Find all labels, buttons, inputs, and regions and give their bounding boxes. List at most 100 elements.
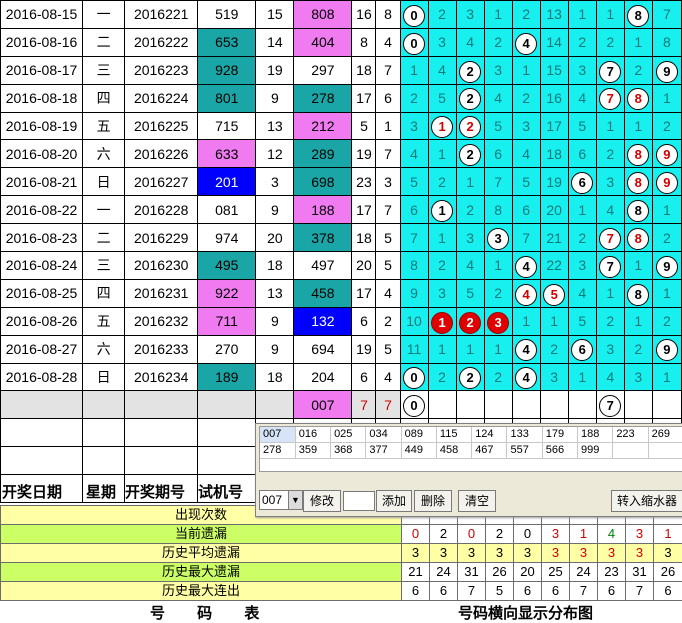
sum-cell: 9 bbox=[256, 335, 294, 363]
table-row: 2016-08-27六2016233270969419511111426329 bbox=[1, 335, 682, 363]
distribution-cell: 1 bbox=[624, 28, 652, 56]
number-list-item[interactable]: 359 bbox=[295, 443, 330, 459]
add-button[interactable]: 添加 bbox=[376, 490, 412, 512]
transfer-button[interactable]: 转入缩水器 bbox=[611, 490, 682, 512]
c1-cell: 18 bbox=[352, 56, 376, 84]
modify-button[interactable]: 修改 bbox=[303, 490, 341, 512]
distribution-cell: 3 bbox=[484, 56, 512, 84]
c2-cell: 7 bbox=[376, 196, 400, 224]
number-list-item[interactable]: 999 bbox=[578, 443, 613, 459]
distribution-cell: 1 bbox=[596, 1, 624, 29]
empty-cell bbox=[198, 391, 256, 419]
number-ball: 0 bbox=[403, 33, 425, 55]
number-list-item[interactable]: 269 bbox=[648, 427, 682, 443]
weekday-cell: 一 bbox=[83, 196, 125, 224]
stat-value: 3 bbox=[514, 544, 542, 563]
number-list-item[interactable]: 458 bbox=[436, 443, 471, 459]
stat-value: 0 bbox=[402, 525, 430, 544]
distribution-cell: 5 bbox=[512, 168, 540, 196]
distribution-cell: 4 bbox=[512, 279, 540, 307]
number-list-item[interactable]: 016 bbox=[295, 427, 330, 443]
c1-cell: 6 bbox=[352, 363, 376, 391]
distribution-cell: 5 bbox=[428, 84, 456, 112]
empty-cell bbox=[1, 447, 83, 475]
c2-cell: 4 bbox=[376, 363, 400, 391]
distribution-cell: 1 bbox=[428, 224, 456, 252]
number-list-item[interactable]: 133 bbox=[507, 427, 542, 443]
distribution-cell: 2 bbox=[596, 28, 624, 56]
number-input[interactable] bbox=[343, 491, 375, 511]
empty-cell bbox=[125, 419, 198, 447]
stat-row: 当前遗漏0202031431 bbox=[1, 525, 682, 544]
stat-row: 历史平均遗漏3333333333 bbox=[1, 544, 682, 563]
number-list-item[interactable]: 188 bbox=[578, 427, 613, 443]
distribution-cell bbox=[456, 391, 484, 419]
stat-value: 6 bbox=[598, 582, 626, 601]
number-list-item[interactable]: 449 bbox=[401, 443, 436, 459]
distribution-cell: 3 bbox=[624, 363, 652, 391]
trial-cell: 495 bbox=[198, 252, 256, 280]
stat-value: 26 bbox=[486, 563, 514, 582]
distribution-cell: 4 bbox=[512, 252, 540, 280]
distribution-cell: 8 bbox=[624, 224, 652, 252]
distribution-cell: 7 bbox=[596, 84, 624, 112]
period-cell: 2016233 bbox=[125, 335, 198, 363]
distribution-cell bbox=[568, 391, 596, 419]
number-list-item[interactable]: 089 bbox=[401, 427, 436, 443]
number-list-item[interactable]: 467 bbox=[472, 443, 507, 459]
draw-cell: 278 bbox=[294, 84, 352, 112]
distribution-cell: 1 bbox=[624, 307, 652, 335]
draw-cell: 204 bbox=[294, 363, 352, 391]
pending-c2-cell: 7 bbox=[376, 391, 400, 419]
distribution-cell: 0 bbox=[400, 1, 428, 29]
draw-cell: 497 bbox=[294, 252, 352, 280]
distribution-cell: 2 bbox=[652, 307, 681, 335]
stat-value: 3 bbox=[598, 544, 626, 563]
clear-button[interactable]: 清空 bbox=[458, 490, 496, 512]
number-ball: 1 bbox=[431, 200, 453, 222]
stat-label: 历史平均遗漏 bbox=[1, 544, 402, 563]
number-list-item[interactable] bbox=[613, 443, 648, 459]
number-combo[interactable]: 007 ▼ bbox=[259, 490, 303, 510]
c2-cell: 7 bbox=[376, 140, 400, 168]
distribution-cell: 1 bbox=[428, 140, 456, 168]
draw-cell: 808 bbox=[294, 1, 352, 29]
sum-cell: 9 bbox=[256, 307, 294, 335]
number-list-item[interactable]: 007 bbox=[260, 427, 295, 443]
chevron-down-icon[interactable]: ▼ bbox=[288, 491, 302, 509]
footer-title-left: 号 码 表 bbox=[150, 602, 273, 623]
distribution-cell: 2 bbox=[596, 307, 624, 335]
number-list-item[interactable]: 566 bbox=[542, 443, 577, 459]
c2-cell: 5 bbox=[376, 252, 400, 280]
number-list-item[interactable]: 223 bbox=[613, 427, 648, 443]
number-list-item[interactable]: 377 bbox=[366, 443, 401, 459]
distribution-cell: 6 bbox=[512, 196, 540, 224]
draw-cell: 698 bbox=[294, 168, 352, 196]
number-list-item[interactable] bbox=[648, 443, 682, 459]
weekday-cell: 三 bbox=[83, 56, 125, 84]
number-list-item[interactable]: 124 bbox=[472, 427, 507, 443]
delete-button[interactable]: 删除 bbox=[414, 490, 452, 512]
number-list-item[interactable]: 557 bbox=[507, 443, 542, 459]
distribution-cell: 8 bbox=[624, 279, 652, 307]
number-ball: 4 bbox=[515, 284, 537, 306]
distribution-cell: 2 bbox=[456, 84, 484, 112]
header-period: 开奖期号 bbox=[125, 481, 185, 502]
number-list-item[interactable]: 115 bbox=[436, 427, 471, 443]
number-list[interactable]: 007016025034089115124133179188223269 278… bbox=[259, 426, 682, 472]
number-list-item[interactable]: 025 bbox=[331, 427, 366, 443]
period-cell: 2016232 bbox=[125, 307, 198, 335]
number-list-item[interactable]: 368 bbox=[331, 443, 366, 459]
number-list-item[interactable]: 179 bbox=[542, 427, 577, 443]
stat-label: 历史最大遗漏 bbox=[1, 563, 402, 582]
empty-cell bbox=[1, 391, 83, 419]
stat-value: 31 bbox=[458, 563, 486, 582]
empty-cell bbox=[198, 447, 256, 475]
number-list-item[interactable]: 278 bbox=[260, 443, 295, 459]
sum-cell: 13 bbox=[256, 112, 294, 140]
number-list-item[interactable]: 034 bbox=[366, 427, 401, 443]
c2-cell: 4 bbox=[376, 28, 400, 56]
c2-cell: 5 bbox=[376, 335, 400, 363]
distribution-cell: 7 bbox=[484, 168, 512, 196]
stat-value: 26 bbox=[654, 563, 682, 582]
